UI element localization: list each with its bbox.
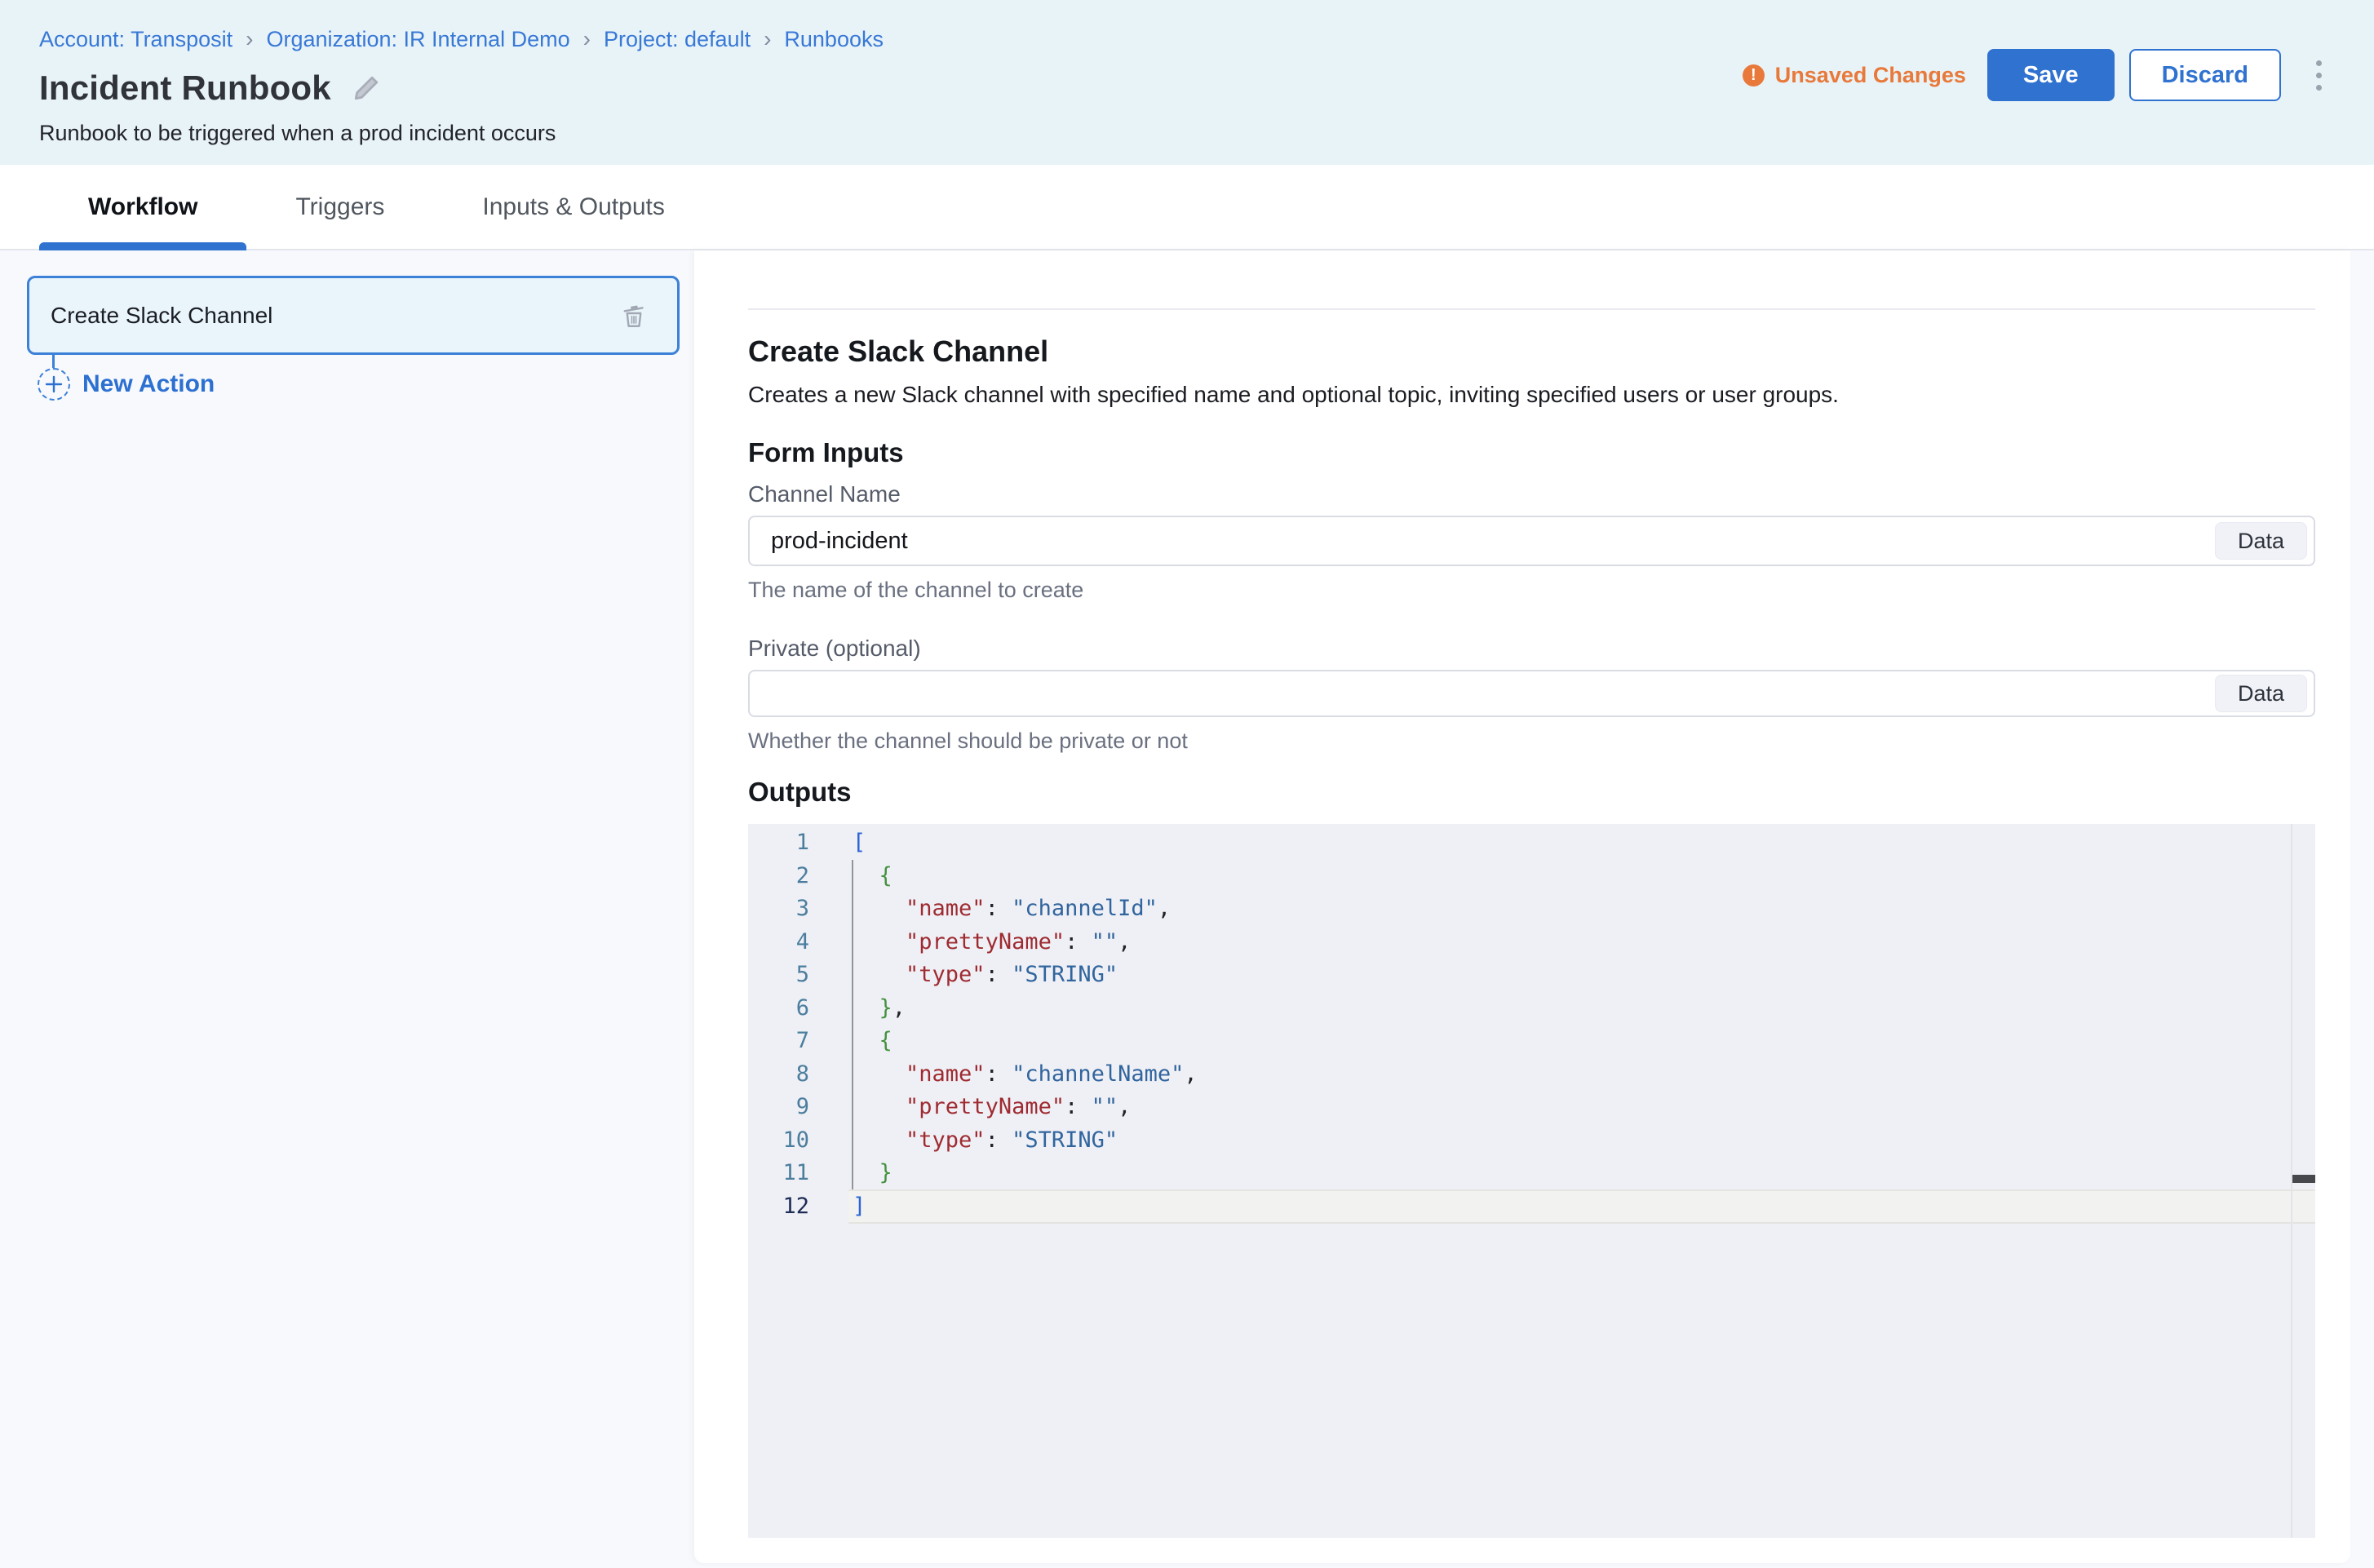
line-number: 2	[748, 860, 809, 893]
code-line: "name": "channelName",	[853, 1058, 1198, 1092]
line-number: 9	[748, 1091, 809, 1124]
kebab-dot	[2316, 60, 2322, 66]
save-button[interactable]: Save	[1987, 49, 2115, 101]
code-line: },	[853, 992, 1198, 1025]
line-number: 12	[748, 1190, 809, 1224]
channel-name-input-wrap: Data	[748, 516, 2315, 566]
panel-divider	[748, 308, 2315, 310]
workflow-action-create-slack-channel[interactable]: Create Slack Channel	[27, 276, 680, 355]
page-title: Incident Runbook	[39, 69, 331, 108]
chevron-right-icon: ›	[764, 26, 771, 52]
delete-action-button[interactable]	[618, 300, 649, 331]
tab-inputs-outputs[interactable]: Inputs & Outputs	[433, 165, 713, 249]
private-input[interactable]	[750, 671, 2314, 715]
kebab-dot	[2316, 73, 2322, 78]
active-tab-indicator	[39, 242, 246, 250]
channel-name-input[interactable]	[750, 517, 2314, 565]
action-detail-description: Creates a new Slack channel with specifi…	[748, 382, 2315, 408]
unsaved-warning-icon: !	[1743, 64, 1765, 86]
tab-label: Triggers	[295, 193, 384, 221]
line-number: 3	[748, 893, 809, 926]
breadcrumb-organization[interactable]: Organization: IR Internal Demo	[266, 27, 569, 52]
channel-name-helper: The name of the channel to create	[748, 578, 2315, 603]
code-line: [	[853, 826, 1198, 860]
line-number: 8	[748, 1058, 809, 1092]
private-input-wrap: Data	[748, 670, 2315, 717]
code-line: "prettyName": "",	[853, 1091, 1198, 1124]
new-action-label: New Action	[82, 370, 215, 398]
workflow-steps-panel: Create Slack Channel New Action	[0, 250, 694, 1566]
action-detail-panel: Create Slack Channel Creates a new Slack…	[694, 250, 2350, 1563]
chevron-right-icon: ›	[583, 26, 591, 52]
scrollbar-thumb[interactable]	[2292, 1175, 2315, 1183]
code-line: {	[853, 860, 1198, 893]
editor-gutter: 123456789101112	[748, 826, 809, 1223]
discard-button[interactable]: Discard	[2129, 49, 2281, 101]
pencil-icon	[352, 74, 380, 102]
channel-name-label: Channel Name	[748, 481, 2315, 507]
tab-triggers[interactable]: Triggers	[246, 165, 433, 249]
code-line: "prettyName": "",	[853, 926, 1198, 959]
line-number: 5	[748, 959, 809, 992]
code-line: }	[853, 1157, 1198, 1190]
breadcrumb-project[interactable]: Project: default	[604, 27, 751, 52]
line-number: 6	[748, 992, 809, 1025]
outputs-heading: Outputs	[748, 777, 2315, 808]
line-number: 4	[748, 926, 809, 959]
tab-label: Workflow	[88, 193, 197, 221]
channel-name-data-button[interactable]: Data	[2215, 522, 2307, 560]
kebab-dot	[2316, 85, 2322, 91]
edit-title-button[interactable]	[351, 73, 382, 104]
workflow-connector-line	[52, 355, 55, 368]
tab-label: Inputs & Outputs	[482, 193, 664, 221]
plus-circle-icon	[38, 368, 70, 401]
editor-code: [ { "name": "channelId", "prettyName": "…	[853, 826, 1198, 1223]
private-data-button[interactable]: Data	[2215, 675, 2307, 712]
unsaved-changes-label: Unsaved Changes	[1775, 63, 1966, 88]
chevron-right-icon: ›	[246, 26, 253, 52]
private-label: Private (optional)	[748, 636, 2315, 662]
breadcrumb-account[interactable]: Account: Transposit	[39, 27, 233, 52]
tab-bar: Workflow Triggers Inputs & Outputs	[0, 165, 2374, 250]
code-line: ]	[853, 1190, 1198, 1224]
line-number: 7	[748, 1025, 809, 1058]
line-number: 1	[748, 826, 809, 860]
breadcrumb-runbooks[interactable]: Runbooks	[784, 27, 884, 52]
more-menu-button[interactable]	[2302, 49, 2335, 101]
action-detail-title: Create Slack Channel	[748, 334, 2315, 369]
page-header: Account: Transposit › Organization: IR I…	[0, 0, 2374, 165]
code-line: "type": "STRING"	[853, 959, 1198, 992]
runbook-description: Runbook to be triggered when a prod inci…	[39, 121, 2374, 146]
new-action-button[interactable]: New Action	[38, 368, 215, 401]
trash-icon	[619, 301, 649, 330]
line-number: 10	[748, 1124, 809, 1158]
tab-workflow[interactable]: Workflow	[39, 165, 246, 249]
code-editor[interactable]: 123456789101112 [ { "name": "channelId",…	[748, 824, 2315, 1538]
form-inputs-heading: Form Inputs	[748, 437, 2315, 468]
action-label: Create Slack Channel	[51, 303, 618, 329]
code-line: "type": "STRING"	[853, 1124, 1198, 1158]
code-line: {	[853, 1025, 1198, 1058]
code-line: "name": "channelId",	[853, 893, 1198, 926]
line-number: 11	[748, 1157, 809, 1190]
private-helper: Whether the channel should be private or…	[748, 729, 2315, 754]
